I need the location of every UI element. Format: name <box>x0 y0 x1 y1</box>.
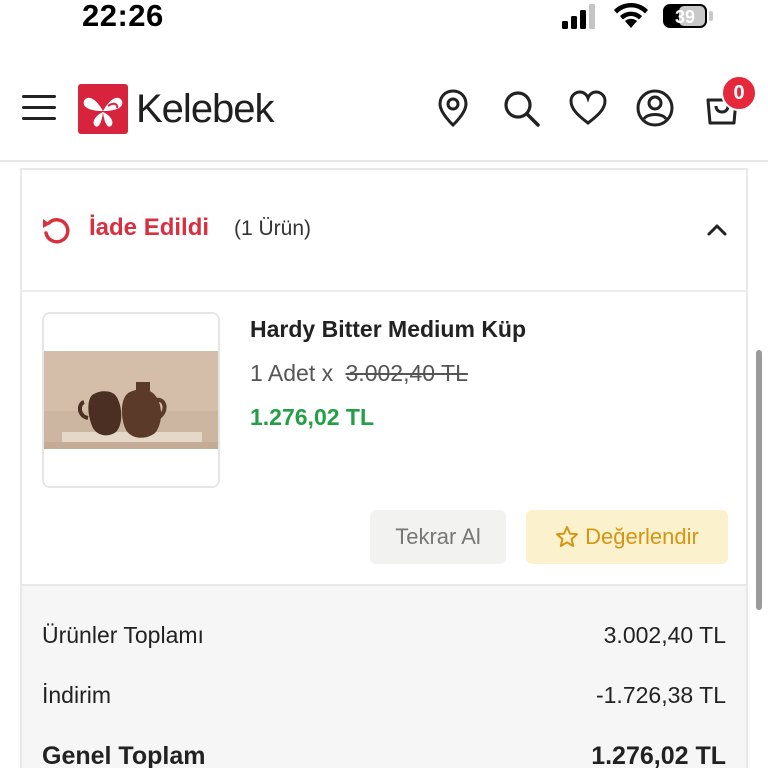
return-status-title: İade Edildi <box>89 214 210 241</box>
return-item-count: (1 Ürün) <box>234 217 312 240</box>
search-icon[interactable] <box>501 88 541 128</box>
user-icon[interactable] <box>635 88 675 128</box>
discount-value: -1.726,38 TL <box>595 682 726 708</box>
original-price: 3.002,40 TL <box>345 360 468 386</box>
grand-total-row: Genel Toplam 1.276,02 TL <box>42 742 726 768</box>
subtotal-label: Ürünler Toplamı <box>42 622 204 648</box>
rate-button[interactable]: Değerlendir <box>526 510 728 564</box>
signal-icon <box>562 4 595 29</box>
grand-total-label: Genel Toplam <box>42 742 206 768</box>
return-section-header[interactable]: İade Edildi (1 Ürün) <box>22 170 746 292</box>
order-totals: Ürünler Toplamı 3.002,40 TL İndirim -1.7… <box>22 584 746 768</box>
butterfly-logo-icon <box>78 84 128 134</box>
reorder-label: Tekrar Al <box>395 524 481 549</box>
discount-label: İndirim <box>42 682 112 708</box>
grand-total-value: 1.276,02 TL <box>591 742 726 768</box>
status-bar: 22:26 39 <box>0 0 768 40</box>
reorder-button[interactable]: Tekrar Al <box>370 510 506 564</box>
cart-count-badge[interactable]: 0 <box>721 75 757 111</box>
subtotal-row: Ürünler Toplamı 3.002,40 TL <box>42 622 726 656</box>
quantity-line: 1 Adet x 3.002,40 TL <box>250 360 468 387</box>
location-pin-icon[interactable] <box>433 88 473 128</box>
menu-icon[interactable] <box>22 95 56 121</box>
rate-label: Değerlendir <box>585 524 699 549</box>
product-name[interactable]: Hardy Bitter Medium Küp <box>250 316 526 343</box>
subtotal-value: 3.002,40 TL <box>603 622 726 648</box>
status-time: 22:26 <box>82 0 164 33</box>
brand-name: Kelebek <box>136 86 275 131</box>
chevron-up-icon[interactable] <box>706 220 728 240</box>
quantity-prefix: 1 Adet x <box>250 360 334 386</box>
scrollbar[interactable] <box>756 350 762 610</box>
heart-icon[interactable] <box>568 88 608 128</box>
vase-product-image <box>44 314 218 486</box>
current-price: 1.276,02 TL <box>250 404 375 430</box>
battery-level: 39 <box>675 7 695 27</box>
discount-row: İndirim -1.726,38 TL <box>42 682 726 716</box>
product-image[interactable] <box>42 312 220 488</box>
star-icon <box>556 526 579 547</box>
order-card: İade Edildi (1 Ürün) Hardy Bitter Medium… <box>20 168 748 768</box>
brand-logo[interactable]: Kelebek <box>78 84 275 134</box>
return-arrow-icon <box>43 218 70 244</box>
wifi-icon <box>614 2 648 28</box>
battery-icon: 39 <box>663 4 713 28</box>
app-header: Kelebek 0 <box>0 60 768 162</box>
